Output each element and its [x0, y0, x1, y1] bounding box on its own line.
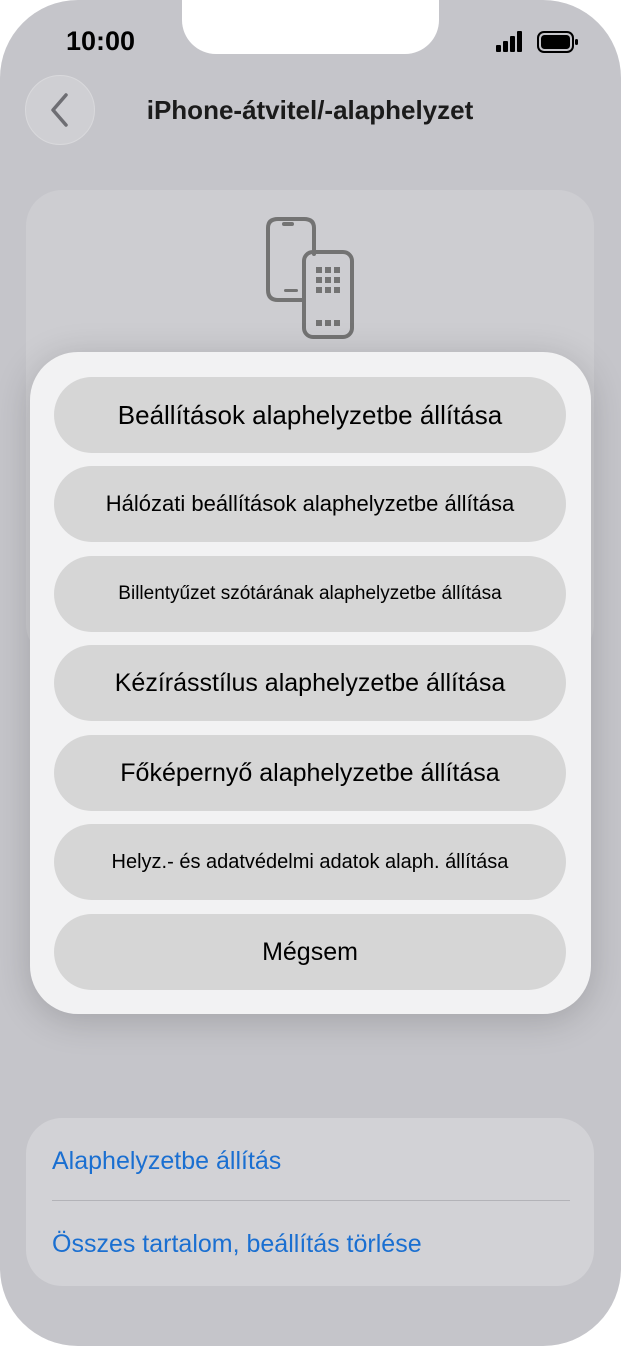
page-title: iPhone-átvitel/-alaphelyzet: [146, 95, 474, 125]
battery-icon: [537, 31, 578, 53]
reset-link[interactable]: Alaphelyzetbe állítás: [52, 1147, 281, 1176]
reset-location-privacy-button[interactable]: Helyz.- és adatvédelmi adatok alaph. áll…: [54, 824, 566, 900]
dynamic-notch: [182, 0, 439, 54]
reset-keyboard-dictionary-button[interactable]: Billentyűzet szótárának alaphelyzetbe ál…: [54, 556, 566, 632]
phone-transfer-icon: [266, 217, 354, 339]
list-divider: [52, 1200, 570, 1201]
reset-options-list: Alaphelyzetbe állítás Összes tartalom, b…: [26, 1118, 594, 1286]
reset-network-settings-button[interactable]: Hálózati beállítások alaphelyzetbe állít…: [54, 466, 566, 542]
cancel-button[interactable]: Mégsem: [54, 914, 566, 990]
reset-home-screen-button[interactable]: Főképernyő alaphelyzetbe állítása: [54, 735, 566, 811]
phone-screen: 10:00 iPhone-átvitel/-alaphelyzet Beállí…: [0, 0, 621, 1346]
chevron-left-icon: [51, 93, 68, 127]
erase-all-content-link[interactable]: Összes tartalom, beállítás törlése: [52, 1230, 422, 1259]
reset-action-sheet: Beállítások alaphelyzetbe állítása Hálóz…: [30, 352, 591, 1014]
cellular-signal-icon: [496, 31, 522, 52]
status-time: 10:00: [66, 26, 136, 56]
status-icons: [496, 31, 578, 53]
back-button[interactable]: [25, 75, 95, 145]
reset-settings-button[interactable]: Beállítások alaphelyzetbe állítása: [54, 377, 566, 453]
reset-handwriting-style-button[interactable]: Kézírásstílus alaphelyzetbe állítása: [54, 645, 566, 721]
